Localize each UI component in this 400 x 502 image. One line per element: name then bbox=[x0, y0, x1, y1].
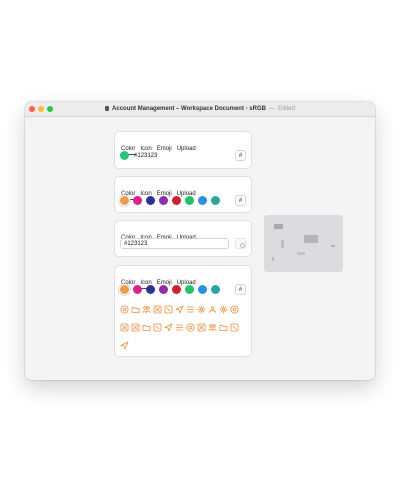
window-title: Account Management – Workspace Document … bbox=[25, 105, 375, 113]
send-icon[interactable] bbox=[164, 323, 173, 332]
circle-icon bbox=[239, 242, 245, 248]
hex-color-input[interactable]: #123123 bbox=[120, 238, 229, 249]
color-swatch[interactable] bbox=[146, 196, 155, 205]
color-swatch[interactable] bbox=[198, 196, 207, 205]
thumbnail-shape bbox=[281, 240, 284, 248]
color-swatch[interactable] bbox=[172, 285, 181, 294]
title-bar: Account Management – Workspace Document … bbox=[25, 102, 375, 117]
color-swatch[interactable] bbox=[172, 196, 181, 205]
color-swatch[interactable] bbox=[120, 285, 129, 294]
color-swatch[interactable] bbox=[159, 285, 168, 294]
thumbnail-shape bbox=[272, 257, 274, 261]
color-swatch[interactable] bbox=[211, 196, 220, 205]
title-separator: — bbox=[268, 106, 275, 112]
selected-color-value: #123123 bbox=[134, 153, 158, 159]
preview-thumbnail[interactable] bbox=[264, 215, 343, 272]
grid-icon[interactable] bbox=[197, 323, 206, 332]
color-palette bbox=[120, 195, 224, 206]
document-icon bbox=[105, 106, 110, 111]
color-swatch[interactable] bbox=[211, 285, 220, 294]
edit-icon[interactable] bbox=[230, 323, 239, 332]
color-swatch[interactable] bbox=[185, 285, 194, 294]
color-swatch[interactable] bbox=[120, 196, 129, 205]
icon-picker-card-1: Color Icon Emoji Upload #123123 # bbox=[114, 131, 252, 169]
hex-input-button[interactable]: # bbox=[235, 150, 246, 161]
edit-icon[interactable] bbox=[164, 305, 173, 314]
thumbnail-shape bbox=[304, 235, 318, 243]
users-icon[interactable] bbox=[208, 323, 217, 332]
icon-grid bbox=[120, 305, 246, 359]
color-swatch[interactable] bbox=[198, 285, 207, 294]
grid-icon[interactable] bbox=[153, 305, 162, 314]
selected-color-swatch bbox=[120, 151, 129, 160]
icon-picker-card-2: Color Icon Emoji Upload # bbox=[114, 176, 252, 213]
hex-input-button[interactable]: # bbox=[235, 195, 246, 206]
grid-icon[interactable] bbox=[120, 323, 129, 332]
picker-tabs: ColorIconEmojiUpload bbox=[119, 226, 201, 244]
color-swatch[interactable] bbox=[133, 196, 142, 205]
thumbnail-shape bbox=[297, 252, 305, 255]
picker-tabs: ColorIconEmojiUpload bbox=[119, 137, 201, 155]
list-icon[interactable] bbox=[186, 305, 195, 314]
color-swatch[interactable] bbox=[133, 285, 142, 294]
picker-tabs: ColorIconEmojiUpload bbox=[119, 182, 201, 200]
tab-upload[interactable]: Upload bbox=[177, 145, 196, 153]
edit-icon[interactable] bbox=[153, 323, 162, 332]
send-icon[interactable] bbox=[120, 341, 129, 350]
folder-icon[interactable] bbox=[219, 323, 228, 332]
color-palette bbox=[120, 284, 224, 295]
icon-picker-card-3: ColorIconEmojiUpload #123123 bbox=[114, 220, 252, 257]
at-sign-icon[interactable] bbox=[186, 323, 195, 332]
users-icon[interactable] bbox=[142, 305, 151, 314]
hex-input-button[interactable]: # bbox=[235, 284, 246, 295]
at-sign-icon[interactable] bbox=[120, 305, 129, 314]
window-title-text: Account Management – Workspace Document … bbox=[112, 106, 266, 112]
at-sign-icon[interactable] bbox=[230, 305, 239, 314]
folder-icon[interactable] bbox=[131, 305, 140, 314]
apply-hex-button[interactable] bbox=[235, 238, 246, 249]
picker-tabs: ColorIconEmojiUpload bbox=[121, 271, 201, 289]
icon-picker-card-4: Color Icon Emoji Upload # bbox=[114, 265, 252, 357]
color-swatch[interactable] bbox=[185, 196, 194, 205]
color-swatch[interactable] bbox=[159, 196, 168, 205]
user-group-icon[interactable] bbox=[208, 305, 217, 314]
list-icon[interactable] bbox=[175, 323, 184, 332]
folder-icon[interactable] bbox=[142, 323, 151, 332]
tab-emoji[interactable]: Emoji bbox=[157, 145, 172, 153]
color-swatch[interactable] bbox=[146, 285, 155, 294]
send-icon[interactable] bbox=[175, 305, 184, 314]
sun-icon[interactable] bbox=[197, 305, 206, 314]
thumbnail-shape bbox=[274, 224, 283, 229]
grid-icon[interactable] bbox=[131, 323, 140, 332]
document-status: Edited bbox=[277, 106, 295, 112]
thumbnail-shape bbox=[331, 245, 335, 247]
sun-icon[interactable] bbox=[219, 305, 228, 314]
